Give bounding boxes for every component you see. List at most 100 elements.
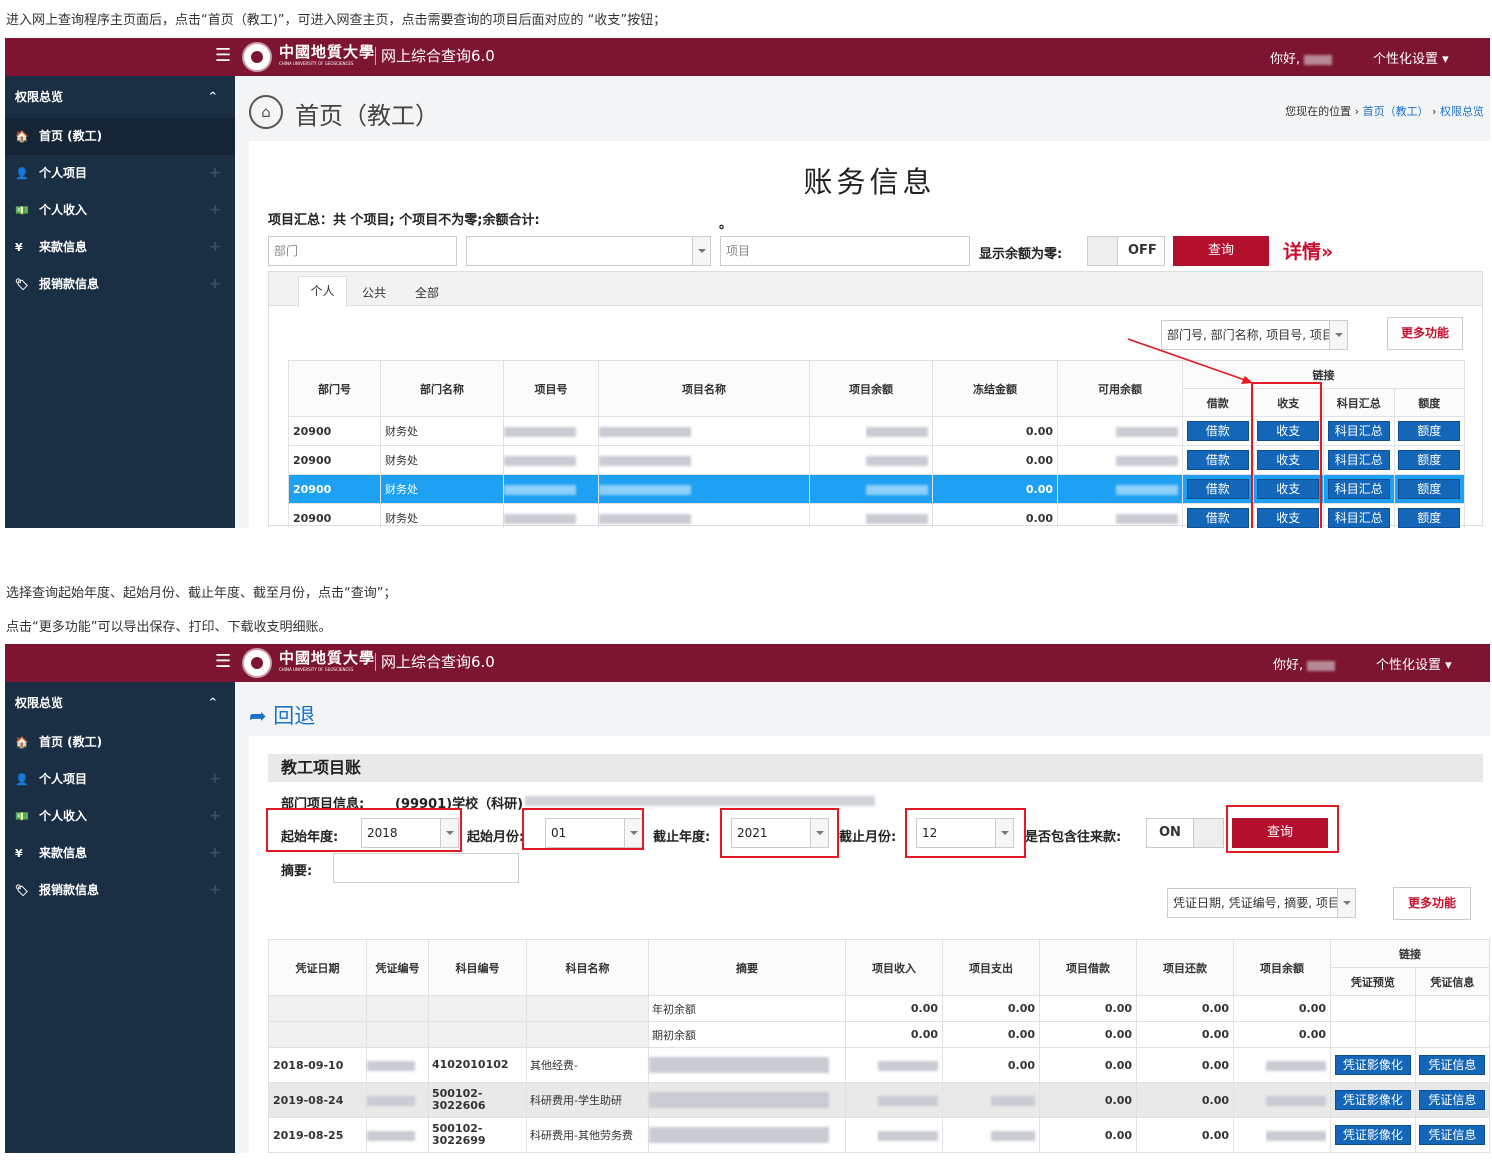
greeting: 你好, (1270, 48, 1333, 67)
cell-expense (942, 1082, 1040, 1118)
subject-summary-button[interactable]: 科目汇总 (1327, 508, 1390, 528)
tag-icon: 🏷 (15, 278, 29, 291)
loan-button[interactable]: 借款 (1186, 479, 1249, 499)
loan-button[interactable]: 借款 (1186, 421, 1249, 441)
quota-button[interactable]: 额度 (1398, 508, 1461, 528)
show-zero-toggle[interactable]: OFF (1087, 236, 1165, 266)
sidebar-item-reimbursement[interactable]: 🏷 报销款信息 + (5, 266, 235, 303)
sidebar-section-permissions[interactable]: 权限总览 ^ (5, 682, 235, 724)
sidebar-item-personal-income[interactable]: 💵 个人收入 + (5, 192, 235, 229)
cell-subject-no: 4102010102 (428, 1047, 527, 1083)
voucher-image-button[interactable]: 凭证影像化 (1334, 1090, 1411, 1110)
highlight-start-month (522, 808, 644, 850)
cell-subject-name: 科研费用-其他劳务费 (526, 1117, 649, 1153)
subject-summary-button[interactable]: 科目汇总 (1327, 421, 1390, 441)
more-functions-button[interactable]: 更多功能 (1393, 887, 1471, 920)
summary-input[interactable] (333, 853, 519, 883)
home-circle-icon: ⌂ (249, 95, 283, 129)
sidebar-item-home[interactable]: 🏠 首页 (教工) (5, 724, 235, 761)
more-functions-button[interactable]: 更多功能 (1387, 317, 1463, 350)
breadcrumb-home-link[interactable]: 首页（教工） (1363, 105, 1429, 118)
col-loan: 项目借款 (1039, 939, 1137, 996)
cell-subject-name: 科研费用-学生助研 (526, 1082, 649, 1118)
cell-summary: 年初余额 (648, 995, 846, 1022)
sidebar-item-incoming-funds[interactable]: ¥ 来款信息 + (5, 229, 235, 266)
top-bar: ☰ 中國地質大學 CHINA UNIVERSITY OF GEOSCIENCES… (5, 644, 1490, 682)
col-link-loan: 借款 (1182, 388, 1254, 417)
loan-button[interactable]: 借款 (1186, 450, 1249, 470)
voucher-info-button[interactable]: 凭证信息 (1419, 1055, 1486, 1075)
sidebar-item-incoming-funds[interactable]: ¥ 来款信息 + (5, 835, 235, 872)
cell-frozen: 0.00 (932, 416, 1058, 446)
back-link[interactable]: ➦ 回退 (249, 700, 315, 730)
cell-summary (648, 1047, 846, 1083)
sidebar-item-reimbursement[interactable]: 🏷 报销款信息 + (5, 872, 235, 909)
menu-icon[interactable]: ☰ (215, 652, 231, 672)
quota-button[interactable]: 额度 (1398, 479, 1461, 499)
school-subtitle: CHINA UNIVERSITY OF GEOSCIENCES (279, 61, 354, 66)
include-transfers-toggle[interactable]: ON (1146, 818, 1224, 848)
project-input[interactable]: 项目 (720, 236, 970, 266)
sidebar-section-permissions[interactable]: 权限总览 ^ (5, 76, 235, 118)
main-area: ➦ 回退 教工项目账 部门项目信息: (99901)学校（科研) 起始年度: 2… (249, 682, 1490, 1153)
col-dept-name: 部门名称 (380, 360, 504, 417)
cell-amount: 0.00 (1136, 1021, 1234, 1048)
collapse-caret-icon[interactable]: ^ (209, 682, 217, 724)
chevron-down-icon (1337, 889, 1355, 917)
col-dept-no: 部门号 (288, 360, 381, 417)
col-links: 链接 (1330, 939, 1490, 968)
cell-balance (1233, 1082, 1331, 1118)
collapse-caret-icon[interactable]: ^ (209, 76, 217, 118)
sidebar-item-personal-projects[interactable]: 👤 个人项目 + (5, 761, 235, 798)
menu-icon[interactable]: ☰ (215, 46, 231, 66)
sidebar-item-personal-projects[interactable]: 👤 个人项目 + (5, 155, 235, 192)
money-icon: 💵 (15, 810, 29, 823)
subject-summary-button[interactable]: 科目汇总 (1327, 479, 1390, 499)
voucher-image-button[interactable]: 凭证影像化 (1334, 1125, 1411, 1145)
tab-public[interactable]: 公共 (362, 284, 386, 301)
show-zero-label: 显示余额为零: (979, 247, 1063, 262)
highlight-end-year (720, 808, 839, 858)
cell-project-balance (809, 445, 933, 475)
col-expense: 项目支出 (942, 939, 1040, 996)
cell-project-balance (809, 503, 933, 528)
personal-settings-menu[interactable]: 个性化设置 ▾ (1373, 48, 1449, 67)
personal-settings-menu[interactable]: 个性化设置 ▾ (1376, 654, 1452, 673)
sidebar-item-home[interactable]: 🏠 首页 (教工) (5, 118, 235, 155)
expand-plus-icon: + (209, 276, 221, 292)
project-ledger-card: 教工项目账 部门项目信息: (99901)学校（科研) 起始年度: 2018 起… (249, 736, 1490, 1153)
cell-amount: 0.00 (1039, 995, 1137, 1022)
tab-all[interactable]: 全部 (415, 284, 439, 301)
cell-summary (648, 1117, 846, 1153)
table-row[interactable]: 2018-09-10 4102010102 其他经费- 0.00 0.00 0.00 凭证影… (268, 1047, 1490, 1083)
col-repay: 项目还款 (1136, 939, 1234, 996)
highlight-start-year (266, 808, 462, 852)
quota-button[interactable]: 额度 (1398, 421, 1461, 441)
table-row[interactable]: 2019-08-24 500102-3022606 科研费用-学生助研 0.00 0.0… (268, 1082, 1490, 1118)
cell-balance (1233, 1047, 1331, 1083)
column-select[interactable]: 凭证日期, 凭证编号, 摘要, 项目 (1167, 888, 1356, 918)
cell-project-name (598, 445, 810, 475)
sidebar-item-personal-income[interactable]: 💵 个人收入 + (5, 798, 235, 835)
cell-repay: 0.00 (1136, 1047, 1234, 1083)
query-button[interactable]: 查询 (1173, 236, 1269, 266)
details-link[interactable]: 详情» (1283, 237, 1333, 264)
cell-income (845, 1117, 943, 1153)
voucher-image-button[interactable]: 凭证影像化 (1334, 1055, 1411, 1075)
col-income: 项目收入 (845, 939, 943, 996)
dept-input[interactable]: 部门 (268, 236, 457, 266)
col-balance: 项目余额 (1233, 939, 1331, 996)
cell-voucher-no (366, 1047, 429, 1083)
subject-summary-button[interactable]: 科目汇总 (1327, 450, 1390, 470)
tab-personal[interactable]: 个人 (298, 276, 347, 307)
voucher-info-button[interactable]: 凭证信息 (1419, 1125, 1486, 1145)
breadcrumb-current[interactable]: 权限总览 (1440, 105, 1484, 118)
loan-button[interactable]: 借款 (1186, 508, 1249, 528)
voucher-info-button[interactable]: 凭证信息 (1419, 1090, 1486, 1110)
table-row[interactable]: 2019-08-25 500102-3022699 科研费用-其他劳务费 0.00 0.… (268, 1117, 1490, 1153)
col-voucher-no: 凭证编号 (366, 939, 429, 996)
cell-amount: 0.00 (1233, 995, 1331, 1022)
quota-button[interactable]: 额度 (1398, 450, 1461, 470)
cell-amount: 0.00 (942, 1021, 1040, 1048)
dept-select[interactable] (466, 236, 711, 266)
